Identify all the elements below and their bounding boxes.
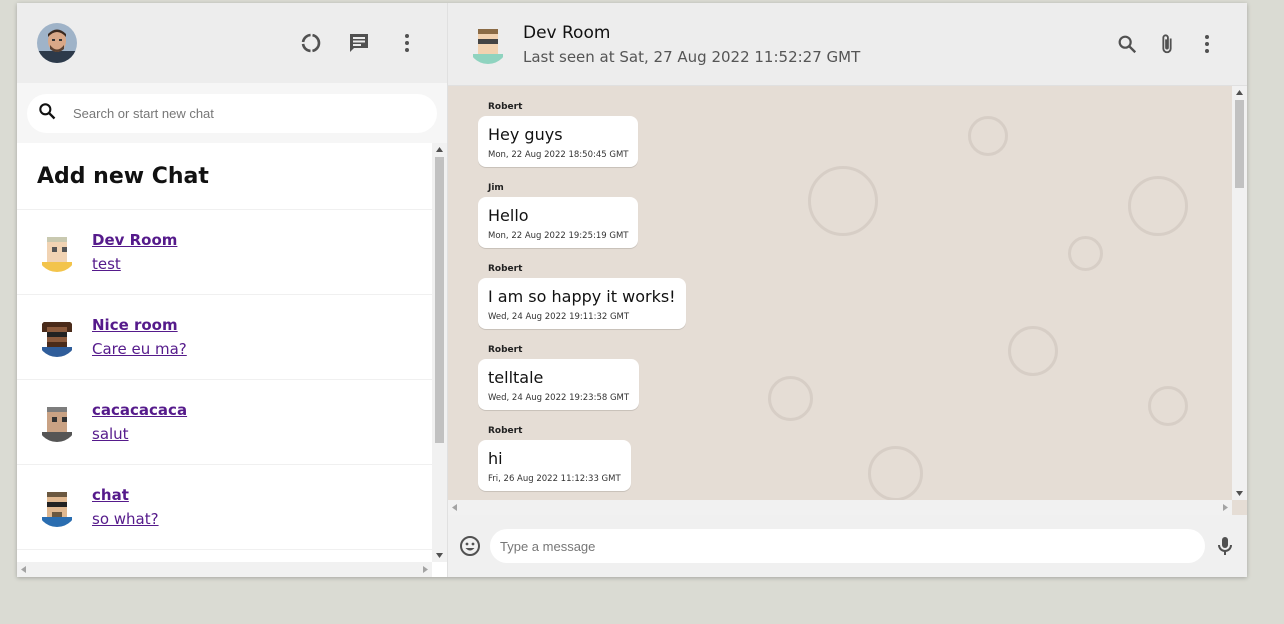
messages-horizontal-scrollbar[interactable] — [448, 500, 1232, 515]
last-seen-text: Last seen at Sat, 27 Aug 2022 11:52:27 G… — [523, 47, 861, 66]
message-timestamp: Mon, 22 Aug 2022 19:25:19 GMT — [488, 231, 629, 241]
avatar — [37, 487, 77, 527]
chat-list: Add new Chat Dev Room test Nice room Car… — [17, 143, 432, 562]
message-author: Robert — [488, 426, 523, 436]
message-text: Hey guys — [488, 125, 563, 144]
chat-last-message-link[interactable]: test — [92, 255, 177, 273]
message-author: Robert — [488, 264, 523, 274]
message-author: Robert — [488, 345, 523, 355]
search-icon — [37, 101, 57, 125]
attach-icon[interactable] — [1147, 24, 1187, 64]
message-timestamp: Fri, 26 Aug 2022 11:12:33 GMT — [488, 474, 621, 484]
search-box — [27, 93, 437, 133]
sidebar-header — [17, 3, 447, 83]
chat-list-vertical-scrollbar[interactable] — [432, 143, 447, 562]
message-bubble: telltale Wed, 24 Aug 2022 19:23:58 GMT — [478, 359, 640, 410]
chat-list-container: Add new Chat Dev Room test Nice room Car… — [17, 143, 447, 577]
status-icon[interactable] — [291, 23, 331, 63]
search-icon[interactable] — [1107, 24, 1147, 64]
avatar — [37, 232, 77, 272]
message-bubble: Hey guys Mon, 22 Aug 2022 18:50:45 GMT — [478, 116, 639, 167]
scrollbar-thumb[interactable] — [435, 157, 444, 443]
user-avatar[interactable] — [37, 23, 77, 63]
avatar — [37, 317, 77, 357]
more-vert-icon[interactable] — [1187, 24, 1227, 64]
chat-last-message-link[interactable]: salut — [92, 425, 187, 443]
message-bubble: Hello Mon, 22 Aug 2022 19:25:19 GMT — [478, 197, 639, 248]
chat-panel: Dev Room Last seen at Sat, 27 Aug 2022 1… — [448, 3, 1247, 577]
message-timestamp: Wed, 24 Aug 2022 19:11:32 GMT — [488, 312, 630, 322]
message: Robert telltale Wed, 24 Aug 2022 19:23:5… — [478, 345, 1202, 410]
sidebar: Add new Chat Dev Room t — [17, 3, 448, 577]
message-list: Robert Hey guys Mon, 22 Aug 2022 18:50:4… — [448, 86, 1232, 500]
message-input[interactable] — [490, 529, 1205, 563]
mic-icon[interactable] — [1213, 534, 1237, 558]
chat-name-link[interactable]: cacacacaca — [92, 401, 187, 419]
message-text: telltale — [488, 368, 544, 387]
message: Robert I am so happy it works! Wed, 24 A… — [478, 264, 1202, 329]
chat-item-nice-room[interactable]: Nice room Care eu ma? — [17, 295, 432, 380]
message-text: Hello — [488, 206, 529, 225]
chat-last-message-link[interactable]: Care eu ma? — [92, 340, 187, 358]
message-text: I am so happy it works! — [488, 287, 676, 306]
chat-footer — [448, 515, 1247, 577]
chat-body: Robert Hey guys Mon, 22 Aug 2022 18:50:4… — [448, 86, 1247, 515]
message: Robert hi Fri, 26 Aug 2022 11:12:33 GMT — [478, 426, 1202, 491]
chat-header: Dev Room Last seen at Sat, 27 Aug 2022 1… — [448, 3, 1247, 86]
chat-item-chat[interactable]: chat so what? — [17, 465, 432, 550]
more-vert-icon[interactable] — [387, 23, 427, 63]
avatar — [37, 402, 77, 442]
emoji-icon[interactable] — [458, 534, 482, 558]
message-author: Robert — [488, 102, 523, 112]
chat-name-link[interactable]: chat — [92, 486, 159, 504]
chat-item-dev-room[interactable]: Dev Room test — [17, 210, 432, 295]
messages-vertical-scrollbar[interactable] — [1232, 86, 1247, 500]
chat-name-link[interactable]: Dev Room — [92, 231, 177, 249]
message: Jim Hello Mon, 22 Aug 2022 19:25:19 GMT — [478, 183, 1202, 248]
message-author: Jim — [488, 183, 504, 193]
message-timestamp: Wed, 24 Aug 2022 19:23:58 GMT — [488, 393, 630, 403]
chat-icon[interactable] — [339, 23, 379, 63]
message-bubble: I am so happy it works! Wed, 24 Aug 2022… — [478, 278, 686, 329]
chat-name-link[interactable]: Nice room — [92, 316, 187, 334]
add-new-chat[interactable]: Add new Chat — [17, 143, 432, 210]
search-input[interactable] — [73, 105, 427, 121]
message-bubble: hi Fri, 26 Aug 2022 11:12:33 GMT — [478, 440, 631, 491]
chat-list-horizontal-scrollbar[interactable] — [17, 562, 432, 577]
chat-last-message-link[interactable]: so what? — [92, 510, 159, 528]
add-new-chat-label: Add new Chat — [37, 163, 209, 189]
message: Robert Hey guys Mon, 22 Aug 2022 18:50:4… — [478, 102, 1202, 167]
message-timestamp: Mon, 22 Aug 2022 18:50:45 GMT — [488, 150, 629, 160]
app-window: Add new Chat Dev Room t — [17, 3, 1247, 577]
scrollbar-thumb[interactable] — [1235, 100, 1244, 188]
message-text: hi — [488, 449, 503, 468]
search-container — [17, 83, 447, 143]
chat-item-cacacacaca[interactable]: cacacacaca salut — [17, 380, 432, 465]
chat-title: Dev Room — [523, 22, 611, 43]
room-avatar[interactable] — [468, 24, 508, 64]
